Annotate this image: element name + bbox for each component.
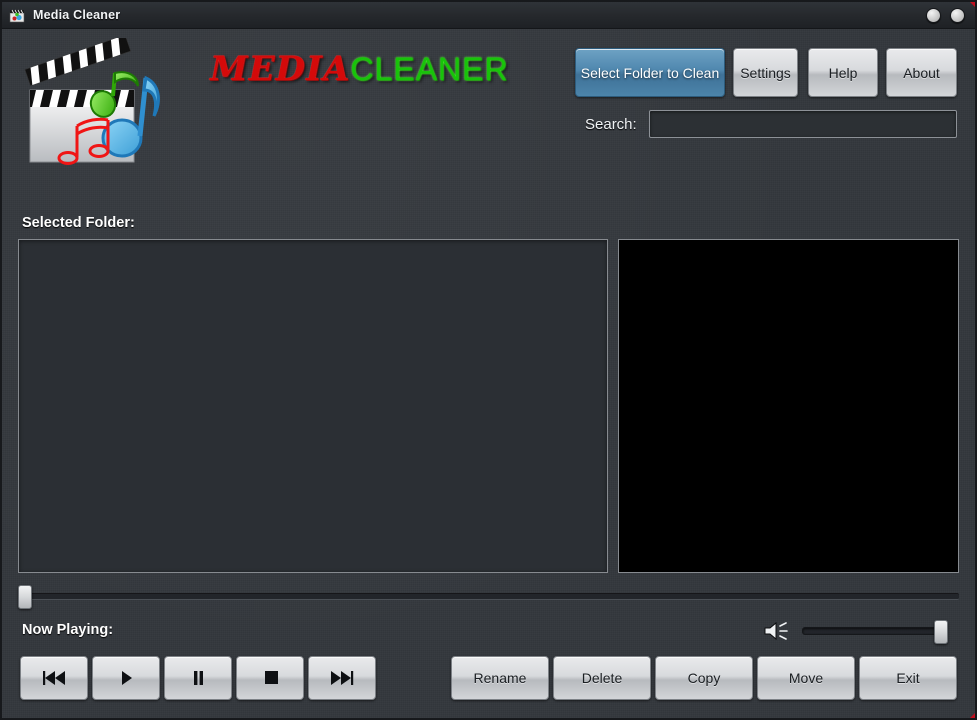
pause-icon [185,669,211,687]
exit-button[interactable]: Exit [859,656,957,700]
close-button[interactable] [950,7,965,23]
play-button[interactable] [92,656,160,700]
title-bar[interactable]: Media Cleaner [2,2,975,29]
minimize-button[interactable] [926,7,941,23]
skip-next-icon [329,669,355,687]
window-title: Media Cleaner [33,8,121,22]
volume-control [762,618,952,644]
select-folder-to-clean-button[interactable]: Select Folder to Clean [575,48,725,97]
app-wordmark: MEDIACLEANER [210,52,508,86]
media-cleaner-window: Media Cleaner MEDIACLEANER Select Folder… [0,0,977,720]
pause-button[interactable] [164,656,232,700]
seek-slider[interactable] [18,585,959,609]
selected-folder-label: Selected Folder: [22,215,135,231]
stop-icon [257,669,283,687]
previous-button[interactable] [20,656,88,700]
search-row: Search: [585,110,957,138]
now-playing-label: Now Playing: [22,622,114,638]
wordmark-cleaner: CLEANER [350,51,509,87]
speaker-volume-icon[interactable] [762,620,792,642]
search-label: Search: [585,115,637,133]
seek-track[interactable] [18,593,959,600]
rename-button[interactable]: Rename [451,656,549,700]
file-action-buttons: Rename Delete Copy Move Exit [451,656,957,700]
settings-button[interactable]: Settings [733,48,798,97]
volume-slider[interactable] [802,620,948,644]
app-icon [9,8,26,23]
help-button[interactable]: Help [808,48,878,97]
delete-button[interactable]: Delete [553,656,651,700]
corner-accent-bottom-right [968,711,975,718]
transport-controls [20,656,376,700]
play-icon [113,669,139,687]
volume-handle[interactable] [934,620,948,644]
window-controls [926,7,965,23]
about-button[interactable]: About [886,48,957,97]
volume-track[interactable] [802,627,948,635]
media-clapperboard-music-icon [20,34,172,176]
wordmark-media: MEDIA [210,49,351,89]
move-button[interactable]: Move [757,656,855,700]
skip-previous-icon [41,669,67,687]
seek-handle[interactable] [18,585,32,609]
stop-button[interactable] [236,656,304,700]
next-button[interactable] [308,656,376,700]
copy-button[interactable]: Copy [655,656,753,700]
file-list-panel[interactable] [18,239,608,573]
search-input[interactable] [648,110,957,138]
media-preview-panel[interactable] [618,239,959,573]
